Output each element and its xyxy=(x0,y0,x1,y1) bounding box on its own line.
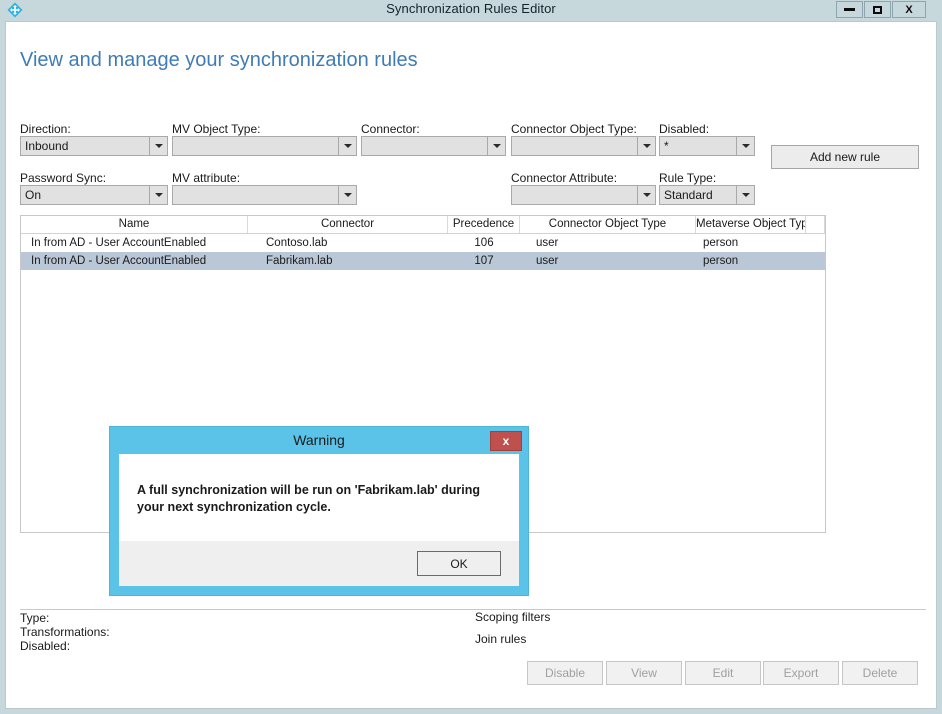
chevron-down-icon[interactable] xyxy=(487,137,505,155)
label-direction: Direction: xyxy=(20,122,71,136)
application-window: Synchronization Rules Editor X View and … xyxy=(0,0,942,714)
cell-precedence: 107 xyxy=(474,255,494,267)
maximize-glyph xyxy=(873,5,882,14)
label-connector-object-type: Connector Object Type: xyxy=(511,122,637,136)
combo-disabled-value: * xyxy=(664,139,669,153)
close-button[interactable]: X xyxy=(892,1,926,18)
dialog-message: A full synchronization will be run on 'F… xyxy=(137,483,481,514)
dialog-close-button[interactable]: x xyxy=(490,431,522,451)
edit-button[interactable]: Edit xyxy=(685,661,761,685)
grid-column-metaverse-object-type[interactable]: Metaverse Object Type xyxy=(696,216,806,233)
label-connector-attribute: Connector Attribute: xyxy=(511,171,618,185)
detail-type-label: Type: xyxy=(20,611,50,625)
grid-column-filler xyxy=(806,216,825,233)
cell-connector: Fabrikam.lab xyxy=(266,255,333,267)
table-row[interactable]: In from AD - User AccountEnabled Fabrika… xyxy=(21,252,825,270)
combo-direction-value: Inbound xyxy=(25,139,69,153)
combo-mv-attribute[interactable] xyxy=(172,185,357,205)
detail-divider xyxy=(20,609,926,610)
delete-button[interactable]: Delete xyxy=(842,661,918,685)
combo-password-sync[interactable]: On xyxy=(20,185,168,205)
cell-precedence: 106 xyxy=(474,237,494,249)
detail-transformations-label: Transformations: xyxy=(20,625,110,639)
dialog-footer: OK xyxy=(119,541,519,586)
dialog-ok-button[interactable]: OK xyxy=(417,551,501,576)
page-title: View and manage your synchronization rul… xyxy=(20,49,418,71)
cell-metaverse-object-type: person xyxy=(703,255,739,267)
grid-column-precedence[interactable]: Precedence xyxy=(448,216,520,233)
grid-header-row: Name Connector Precedence Connector Obje… xyxy=(21,216,825,234)
cell-connector-object-type: user xyxy=(536,255,559,267)
combo-rule-type[interactable]: Standard xyxy=(659,185,755,205)
combo-connector-object-type[interactable] xyxy=(511,136,656,156)
chevron-down-icon[interactable] xyxy=(338,137,356,155)
export-button[interactable]: Export xyxy=(763,661,839,685)
label-mv-attribute: MV attribute: xyxy=(172,171,241,185)
join-rules-label: Join rules xyxy=(475,632,527,646)
disable-button[interactable]: Disable xyxy=(527,661,603,685)
chevron-down-icon[interactable] xyxy=(637,137,655,155)
combo-password-sync-value: On xyxy=(25,188,42,202)
combo-direction[interactable]: Inbound xyxy=(20,136,168,156)
cell-metaverse-object-type: person xyxy=(703,237,739,249)
dialog-title: Warning xyxy=(293,432,345,448)
chevron-down-icon[interactable] xyxy=(149,137,167,155)
combo-rule-type-value: Standard xyxy=(664,188,713,202)
label-rule-type: Rule Type: xyxy=(659,171,717,185)
label-mv-object-type: MV Object Type: xyxy=(172,122,261,136)
dialog-body: A full synchronization will be run on 'F… xyxy=(119,454,519,541)
maximize-button[interactable] xyxy=(864,1,891,18)
window-title: Synchronization Rules Editor xyxy=(386,1,556,16)
label-password-sync: Password Sync: xyxy=(20,171,107,185)
warning-dialog: Warning x A full synchronization will be… xyxy=(110,427,528,595)
minimize-button[interactable] xyxy=(836,1,863,18)
label-disabled: Disabled: xyxy=(659,122,710,136)
cell-name: In from AD - User AccountEnabled xyxy=(31,255,207,267)
grid-column-connector-object-type[interactable]: Connector Object Type xyxy=(520,216,696,233)
combo-mv-object-type[interactable] xyxy=(172,136,357,156)
combo-connector-attribute[interactable] xyxy=(511,185,656,205)
combo-connector[interactable] xyxy=(361,136,506,156)
title-bar: Synchronization Rules Editor X xyxy=(0,0,942,19)
minimize-glyph xyxy=(844,8,855,11)
view-button[interactable]: View xyxy=(606,661,682,685)
label-connector: Connector: xyxy=(361,122,420,136)
chevron-down-icon[interactable] xyxy=(637,186,655,204)
cell-connector: Contoso.lab xyxy=(266,237,328,249)
cell-connector-object-type: user xyxy=(536,237,559,249)
scoping-filters-label: Scoping filters xyxy=(475,610,551,624)
chevron-down-icon[interactable] xyxy=(736,137,754,155)
cell-name: In from AD - User AccountEnabled xyxy=(31,237,207,249)
grid-column-name[interactable]: Name xyxy=(21,216,248,233)
chevron-down-icon[interactable] xyxy=(338,186,356,204)
chevron-down-icon[interactable] xyxy=(149,186,167,204)
client-area: View and manage your synchronization rul… xyxy=(5,21,937,709)
table-row[interactable]: In from AD - User AccountEnabled Contoso… xyxy=(21,234,825,252)
detail-disabled-label: Disabled: xyxy=(20,639,71,653)
grid-column-connector[interactable]: Connector xyxy=(248,216,448,233)
chevron-down-icon[interactable] xyxy=(736,186,754,204)
add-new-rule-button[interactable]: Add new rule xyxy=(771,145,919,169)
combo-disabled[interactable]: * xyxy=(659,136,755,156)
